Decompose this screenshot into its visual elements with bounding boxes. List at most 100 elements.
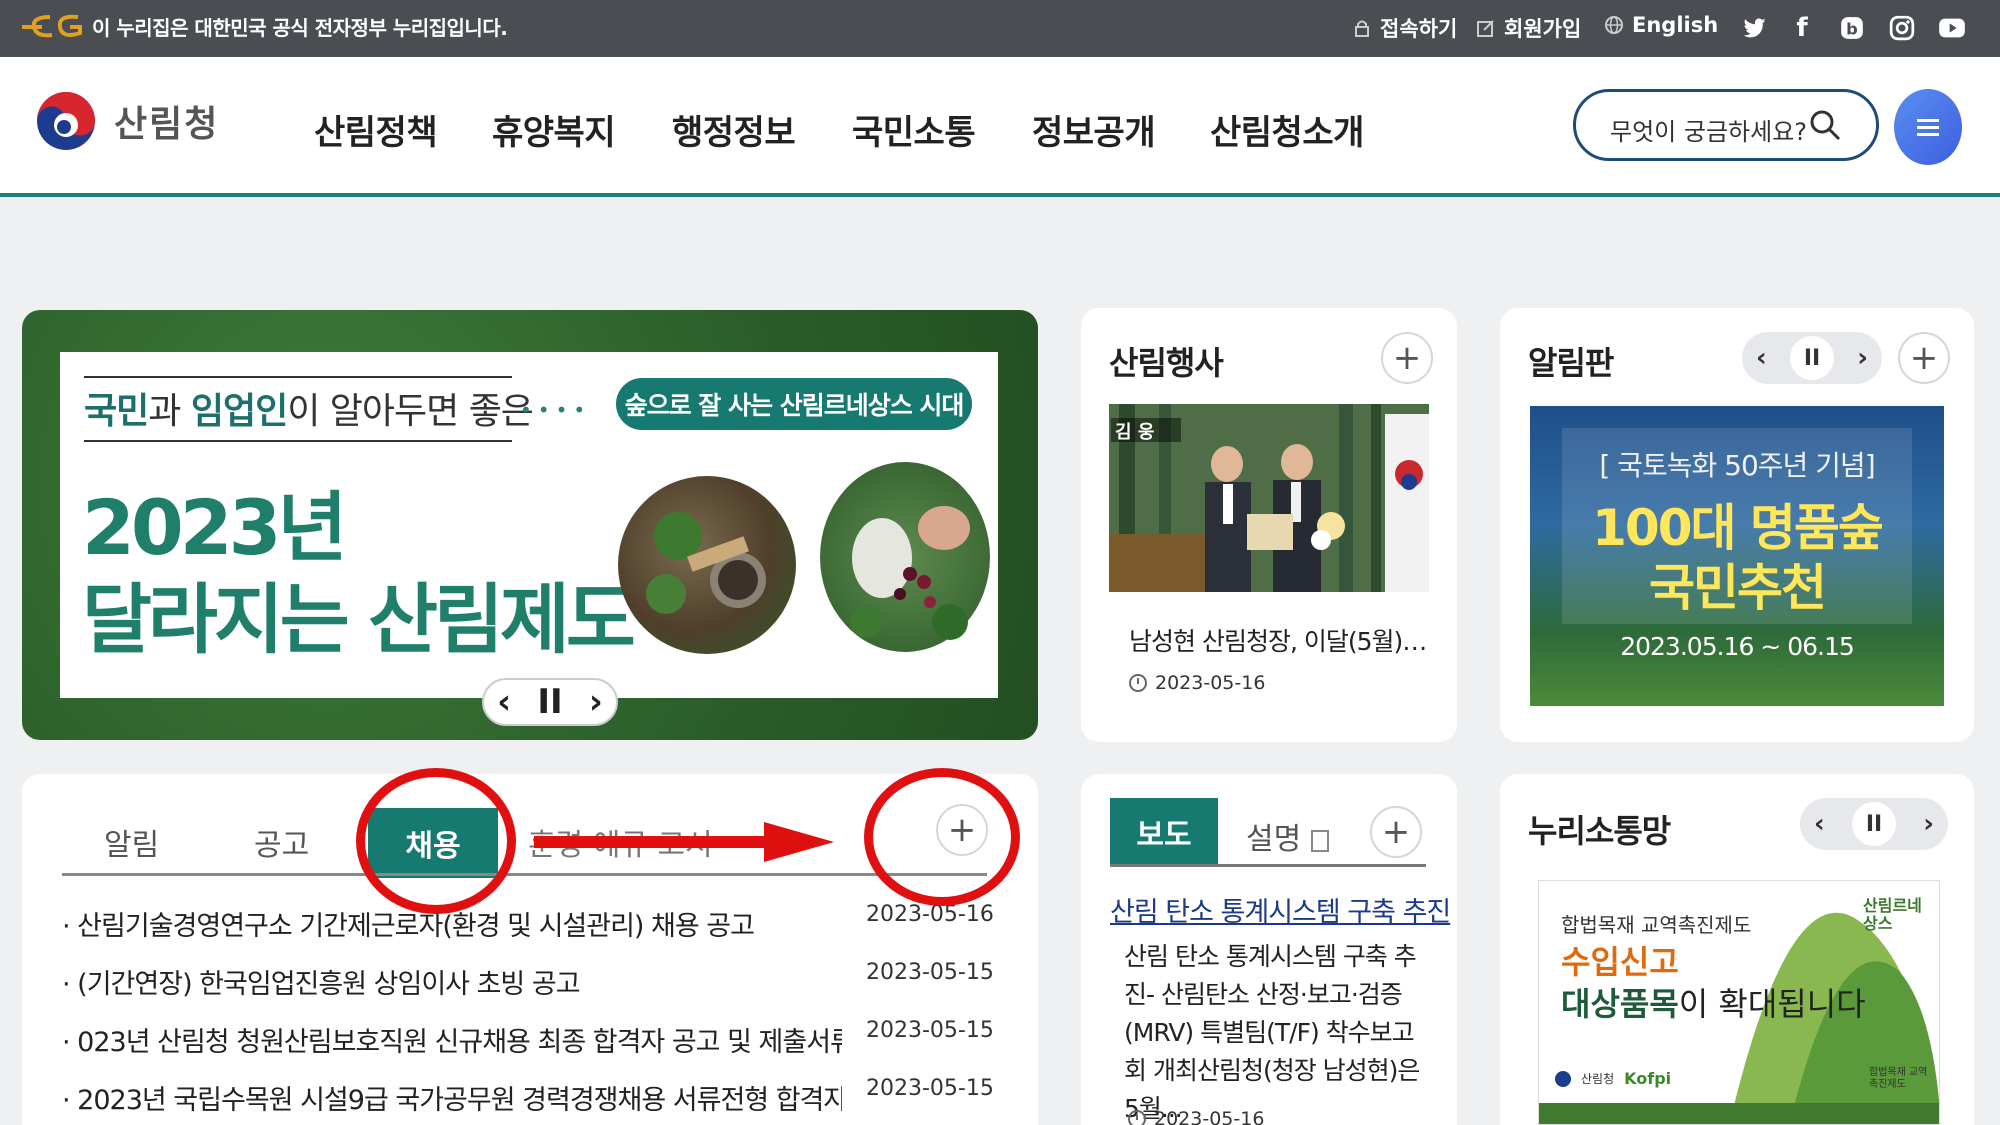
- banner-rule-bottom: [84, 440, 512, 442]
- banner-slogan-pill: 숲으로 잘 사는 산림르네상스 시대: [616, 378, 972, 430]
- login-label: 접속하기: [1380, 17, 1458, 41]
- brand-logo[interactable]: 산림청: [34, 89, 219, 153]
- board-post[interactable]: · (기간연장) 한국임업진흥원 상임이사 초빙 공고: [62, 962, 842, 1001]
- notice-slider-controls: ‹ II ›: [1742, 332, 1882, 384]
- notice-board-title: 알림판: [1528, 344, 1614, 382]
- notice-prev-button[interactable]: ‹: [1756, 343, 1767, 373]
- site-header: 산림청 산림정책 휴양복지 행정정보 국민소통 정보공개 산림청소개 무엇이 궁…: [0, 57, 2000, 197]
- board-post[interactable]: · 2023년 국립수목원 시설9급 국가공무원 경력경쟁채용 서류전형 합격자…: [62, 1078, 842, 1117]
- nav-admin-info[interactable]: 행정정보: [672, 105, 796, 154]
- clock-icon: [1129, 674, 1147, 692]
- blog-icon[interactable]: b: [1836, 12, 1868, 44]
- social-slider-controls: ‹ II ›: [1800, 798, 1948, 850]
- taegeuk-small-icon: [1555, 1070, 1571, 1087]
- brand-name: 산림청: [114, 104, 220, 145]
- banner-controls: ‹ II ›: [482, 678, 618, 726]
- nuri-logos: 산림청 Kofpi: [1555, 1069, 1671, 1088]
- notice-board-card: 알림판 ‹ II › + [ 국토녹화 50주년 기념] 100대 명품숲 국민…: [1500, 308, 1974, 742]
- banner-subtitle-plain-2: 이 알아두면 좋은: [287, 391, 534, 432]
- youtube-icon[interactable]: [1936, 12, 1968, 44]
- signup-label: 회원가입: [1504, 17, 1582, 41]
- banner-subtitle-bold-1: 국민: [84, 391, 149, 432]
- svg-text:b: b: [1846, 20, 1858, 39]
- forest-event-photo[interactable]: 김 웅: [1109, 404, 1429, 592]
- edit-icon: [1477, 20, 1494, 37]
- social-media-post-image[interactable]: 합법목재 교역촉진제도 수입신고 대상품목이 확대됩니다 산림르네상스 산림청 …: [1538, 880, 1940, 1125]
- tab-press-release[interactable]: 보도: [1110, 798, 1218, 866]
- nuri-logo-c: 합법목재 교역촉진제도: [1869, 1067, 1928, 1090]
- board-post-date: 2023-05-15: [866, 960, 994, 985]
- lock-icon: [1355, 20, 1369, 37]
- nuri-logo-kofpi: Kofpi: [1624, 1069, 1672, 1088]
- banner-berry-picking-image: [820, 462, 990, 652]
- taegeuk-logo-icon: [37, 92, 95, 150]
- notice-pause-button[interactable]: II: [1790, 336, 1834, 380]
- tab-announcements[interactable]: 공고: [254, 820, 309, 864]
- press-tabs-divider: [1110, 864, 1426, 867]
- all-menu-button[interactable]: [1894, 89, 1962, 165]
- banner-prev-button[interactable]: ‹: [497, 682, 511, 722]
- copy-icon: [1310, 829, 1329, 852]
- egov-logo-icon: [22, 14, 82, 38]
- nav-forest-policy[interactable]: 산림정책: [314, 105, 438, 154]
- clock-icon: [1128, 1110, 1146, 1125]
- press-more-button[interactable]: +: [1370, 806, 1422, 858]
- board-post-title: 산림기술경영연구소 기간제근로자(환경 및 시설관리) 채용 공고: [77, 911, 755, 942]
- tab-notifications[interactable]: 알림: [104, 820, 159, 864]
- forest-events-card: 산림행사 + 김 웅 남성현 산림청장, 이달(5월)… 2023-05-16: [1081, 308, 1457, 742]
- board-post-date: 2023-05-15: [866, 1018, 994, 1043]
- board-post-title: 2023년 국립수목원 시설9급 국가공무원 경력경쟁채용 서류전형 합격자 및…: [77, 1085, 842, 1116]
- forest-events-more-button[interactable]: +: [1381, 332, 1433, 384]
- press-headline-link[interactable]: 산림 탄소 통계시스템 구축 추진: [1110, 890, 1451, 929]
- nav-about-kfs[interactable]: 산림청소개: [1210, 105, 1364, 154]
- nav-public-communication[interactable]: 국민소통: [852, 105, 976, 154]
- banner-pause-button[interactable]: II: [537, 682, 562, 722]
- social-pause-button[interactable]: II: [1852, 802, 1896, 846]
- board-post[interactable]: · 023년 산림청 청원산림보호직원 신규채용 최종 합격자 공고 및 제출서…: [62, 1020, 842, 1059]
- tab-explanation-label: 설명: [1246, 822, 1302, 857]
- tab-explanation[interactable]: 설명: [1246, 814, 1329, 858]
- gov-notice-bar: 이 누리집은 대한민국 공식 전자정부 누리집입니다. 접속하기 회원가입 En…: [0, 0, 2000, 57]
- english-link[interactable]: English: [1604, 13, 1718, 37]
- nuri-line1: 수입신고: [1561, 943, 1679, 981]
- search-placeholder: 무엇이 궁금하세요?: [1610, 118, 1808, 146]
- social-media-title: 누리소통망: [1528, 812, 1671, 850]
- english-label: English: [1632, 13, 1719, 37]
- forest-event-headline[interactable]: 남성현 산림청장, 이달(5월)…: [1129, 622, 1427, 658]
- nuri-line2: 대상품목이 확대됩니다: [1561, 979, 1866, 1025]
- globe-icon: [1605, 16, 1623, 34]
- search-icon[interactable]: [1808, 108, 1842, 142]
- press-summary: 산림 탄소 통계시스템 구축 추진- 산림탄소 산정·보고·검증(MRV) 특별…: [1124, 942, 1420, 1123]
- notice-more-button[interactable]: +: [1898, 332, 1950, 384]
- nuri-logo-kfs: 산림청: [1581, 1072, 1615, 1086]
- notice-poster[interactable]: [ 국토녹화 50주년 기념] 100대 명품숲 국민추천 2023.05.16…: [1530, 406, 1944, 706]
- main-banner[interactable]: 국민과 임업인이 알아두면 좋은 •••• 숲으로 잘 사는 산림르네상스 시대…: [22, 310, 1038, 740]
- annotation-circle-recruit-tab: [356, 768, 516, 914]
- nav-recreation-welfare[interactable]: 휴양복지: [492, 105, 616, 154]
- notice-next-button[interactable]: ›: [1857, 343, 1868, 373]
- twitter-icon[interactable]: [1738, 12, 1770, 44]
- login-link[interactable]: 접속하기: [1352, 13, 1457, 43]
- banner-title: 달라지는 산림제도: [82, 575, 636, 664]
- press-date: 2023-05-16: [1128, 1108, 1264, 1125]
- search-input[interactable]: 무엇이 궁금하세요?: [1573, 89, 1879, 161]
- nuri-line2-bold: 대상품목: [1561, 985, 1679, 1023]
- nav-info-disclosure[interactable]: 정보공개: [1032, 105, 1156, 154]
- forest-event-date: 2023-05-16: [1129, 672, 1265, 694]
- board-post-title: 023년 산림청 청원산림보호직원 신규채용 최종 합격자 공고 및 제출서류 …: [77, 1027, 842, 1058]
- banner-subtitle: 국민과 임업인이 알아두면 좋은: [84, 382, 534, 434]
- annotation-arrow-icon: [534, 822, 834, 862]
- nuri-line2-rest: 이 확대됩니다: [1678, 985, 1866, 1023]
- signup-link[interactable]: 회원가입: [1476, 13, 1581, 43]
- social-prev-button[interactable]: ‹: [1814, 809, 1825, 839]
- poster-line1: [ 국토녹화 50주년 기념]: [1599, 449, 1875, 482]
- instagram-icon[interactable]: [1886, 12, 1918, 44]
- social-next-button[interactable]: ›: [1923, 809, 1934, 839]
- press-date-text: 2023-05-16: [1154, 1108, 1265, 1125]
- banner-subtitle-plain-1: 과: [148, 391, 191, 432]
- forest-event-date-text: 2023-05-16: [1155, 672, 1266, 694]
- facebook-icon[interactable]: f: [1786, 12, 1818, 44]
- photo-caption: 김 웅: [1115, 422, 1154, 443]
- nuri-small-text: 합법목재 교역촉진제도: [1561, 913, 1752, 937]
- banner-next-button[interactable]: ›: [589, 682, 603, 722]
